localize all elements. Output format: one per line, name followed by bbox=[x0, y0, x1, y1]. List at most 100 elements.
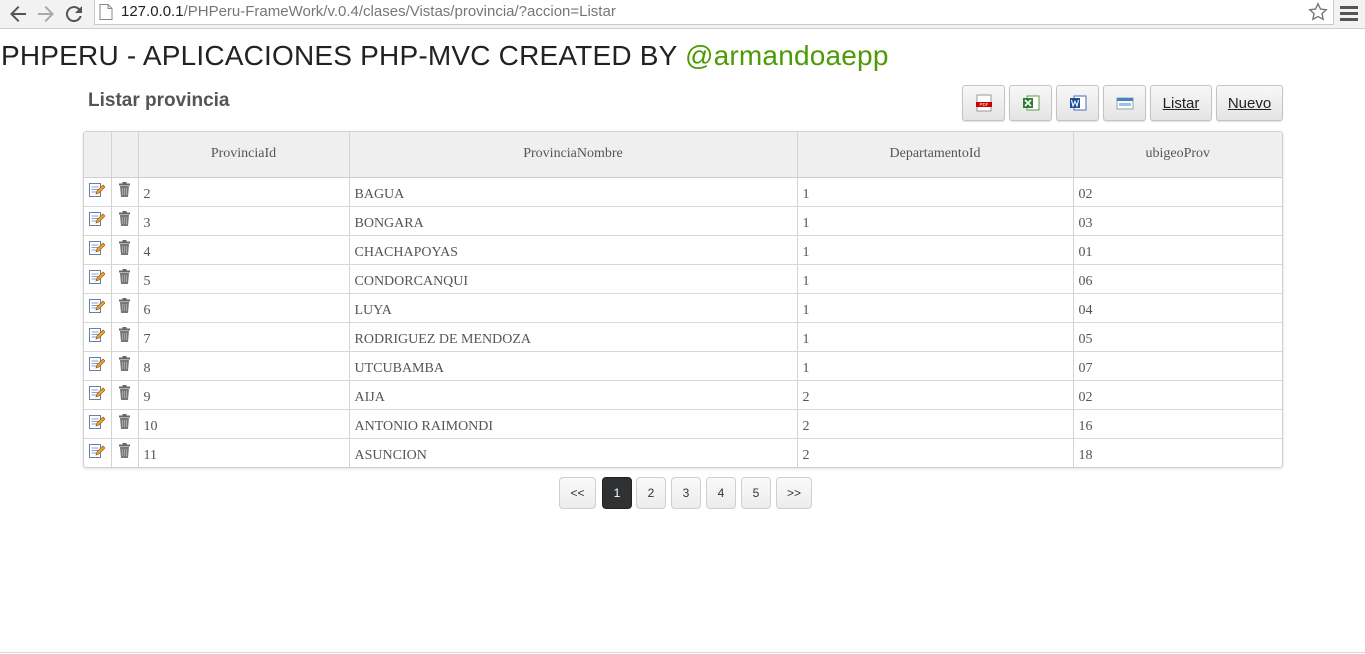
delete-row-button[interactable] bbox=[111, 380, 139, 410]
trash-icon bbox=[116, 326, 138, 343]
author-handle: @armandoaepp bbox=[684, 40, 889, 71]
table-row: 8 UTCUBAMBA 1 07 bbox=[84, 351, 1282, 381]
table-cell: 07 bbox=[1073, 351, 1282, 381]
edit-icon bbox=[88, 297, 111, 314]
table-cell: 02 bbox=[1073, 177, 1282, 207]
table-row: 5 CONDORCANQUI 1 06 bbox=[84, 264, 1282, 294]
pagination-prev[interactable]: << bbox=[559, 477, 596, 509]
pagination-next[interactable]: >> bbox=[776, 477, 812, 509]
table-cell: 1 bbox=[797, 322, 1074, 352]
export-html-button[interactable] bbox=[1103, 85, 1146, 121]
table-cell: UTCUBAMBA bbox=[349, 351, 798, 381]
table-row: 7 RODRIGUEZ DE MENDOZA 1 05 bbox=[84, 322, 1282, 352]
pagination-page[interactable]: 1 bbox=[602, 477, 632, 509]
table-cell: CONDORCANQUI bbox=[349, 264, 798, 294]
pagination-page[interactable]: 2 bbox=[636, 477, 666, 509]
table-cell: 11 bbox=[138, 438, 350, 467]
table-cell: 4 bbox=[138, 235, 350, 265]
delete-row-button[interactable] bbox=[111, 409, 139, 439]
bookmark-star-icon[interactable] bbox=[1307, 1, 1329, 23]
table-row: 10 ANTONIO RAIMONDI 2 16 bbox=[84, 409, 1282, 439]
edit-row-button[interactable] bbox=[84, 177, 112, 207]
edit-icon bbox=[88, 413, 111, 430]
delete-row-button[interactable] bbox=[111, 438, 139, 467]
pdf-icon: PDF bbox=[975, 94, 992, 112]
trash-icon bbox=[116, 210, 138, 227]
edit-row-button[interactable] bbox=[84, 322, 112, 352]
back-arrow-icon[interactable] bbox=[6, 2, 30, 26]
pagination-page[interactable]: 4 bbox=[706, 477, 736, 509]
browser-toolbar: 127.0.0.1/PHPeru-FrameWork/v.0.4/clases/… bbox=[0, 0, 1365, 29]
list-button[interactable]: Listar bbox=[1150, 85, 1212, 121]
column-header[interactable]: ubigeoProv bbox=[1073, 132, 1282, 178]
table-cell: 2 bbox=[797, 409, 1074, 439]
delete-row-button[interactable] bbox=[111, 177, 139, 207]
new-button[interactable]: Nuevo bbox=[1216, 85, 1283, 121]
delete-row-button[interactable] bbox=[111, 351, 139, 381]
table-row: 3 BONGARA 1 03 bbox=[84, 206, 1282, 236]
html-icon bbox=[1116, 97, 1133, 110]
trash-icon bbox=[116, 355, 138, 372]
column-header[interactable]: ProvinciaId bbox=[138, 132, 350, 178]
reload-icon[interactable] bbox=[62, 2, 86, 26]
column-header[interactable]: DepartamentoId bbox=[797, 132, 1074, 178]
delete-row-button[interactable] bbox=[111, 264, 139, 294]
address-bar[interactable]: 127.0.0.1/PHPeru-FrameWork/v.0.4/clases/… bbox=[94, 0, 1334, 25]
edit-row-button[interactable] bbox=[84, 351, 112, 381]
edit-row-button[interactable] bbox=[84, 293, 112, 323]
table-cell: AIJA bbox=[349, 380, 798, 410]
table-cell: 1 bbox=[797, 351, 1074, 381]
edit-icon bbox=[88, 181, 111, 198]
table-cell: 1 bbox=[797, 293, 1074, 323]
table-cell: 7 bbox=[138, 322, 350, 352]
table-cell: 8 bbox=[138, 351, 350, 381]
table-cell: 03 bbox=[1073, 206, 1282, 236]
export-pdf-button[interactable]: PDF bbox=[962, 85, 1005, 121]
edit-icon bbox=[88, 268, 111, 285]
trash-icon bbox=[116, 181, 138, 198]
table-row: 2 BAGUA 1 02 bbox=[84, 177, 1282, 207]
export-word-button[interactable] bbox=[1056, 85, 1099, 121]
delete-row-button[interactable] bbox=[111, 293, 139, 323]
edit-row-button[interactable] bbox=[84, 409, 112, 439]
table-cell: BAGUA bbox=[349, 177, 798, 207]
app-title: PHPERU - APLICACIONES PHP-MVC CREATED BY… bbox=[1, 40, 889, 72]
edit-row-button[interactable] bbox=[84, 380, 112, 410]
pagination-page[interactable]: 3 bbox=[671, 477, 701, 509]
table-cell: 1 bbox=[797, 264, 1074, 294]
delete-row-button[interactable] bbox=[111, 235, 139, 265]
url-path: /PHPeru-FrameWork/v.0.4/clases/Vistas/pr… bbox=[183, 3, 616, 20]
edit-column-header bbox=[84, 132, 112, 178]
edit-row-button[interactable] bbox=[84, 206, 112, 236]
table-cell: 05 bbox=[1073, 322, 1282, 352]
table-cell: 1 bbox=[797, 235, 1074, 265]
address-url: 127.0.0.1/PHPeru-FrameWork/v.0.4/clases/… bbox=[121, 3, 616, 20]
column-header[interactable]: ProvinciaNombre bbox=[349, 132, 798, 178]
table-cell: 01 bbox=[1073, 235, 1282, 265]
trash-icon bbox=[116, 268, 138, 285]
table-cell: 2 bbox=[138, 177, 350, 207]
table-cell: ASUNCION bbox=[349, 438, 798, 467]
trash-icon bbox=[116, 297, 138, 314]
edit-row-button[interactable] bbox=[84, 438, 112, 467]
delete-row-button[interactable] bbox=[111, 206, 139, 236]
edit-row-button[interactable] bbox=[84, 264, 112, 294]
table-cell: CHACHAPOYAS bbox=[349, 235, 798, 265]
edit-icon bbox=[88, 326, 111, 343]
pagination-page[interactable]: 5 bbox=[741, 477, 771, 509]
table-row: 9 AIJA 2 02 bbox=[84, 380, 1282, 410]
browser-menu-icon[interactable] bbox=[1340, 4, 1358, 24]
provincia-table: ProvinciaId ProvinciaNombre Departamento… bbox=[83, 131, 1283, 468]
table-cell: 3 bbox=[138, 206, 350, 236]
edit-icon bbox=[88, 239, 111, 256]
forward-arrow-icon[interactable] bbox=[34, 2, 58, 26]
edit-icon bbox=[88, 355, 111, 372]
trash-icon bbox=[116, 384, 138, 401]
table-cell: 2 bbox=[797, 438, 1074, 467]
page-icon bbox=[99, 4, 113, 20]
edit-row-button[interactable] bbox=[84, 235, 112, 265]
delete-row-button[interactable] bbox=[111, 322, 139, 352]
export-excel-button[interactable] bbox=[1009, 85, 1052, 121]
table-cell: 16 bbox=[1073, 409, 1282, 439]
app-title-text: PHPERU - APLICACIONES PHP-MVC CREATED BY bbox=[1, 40, 685, 71]
